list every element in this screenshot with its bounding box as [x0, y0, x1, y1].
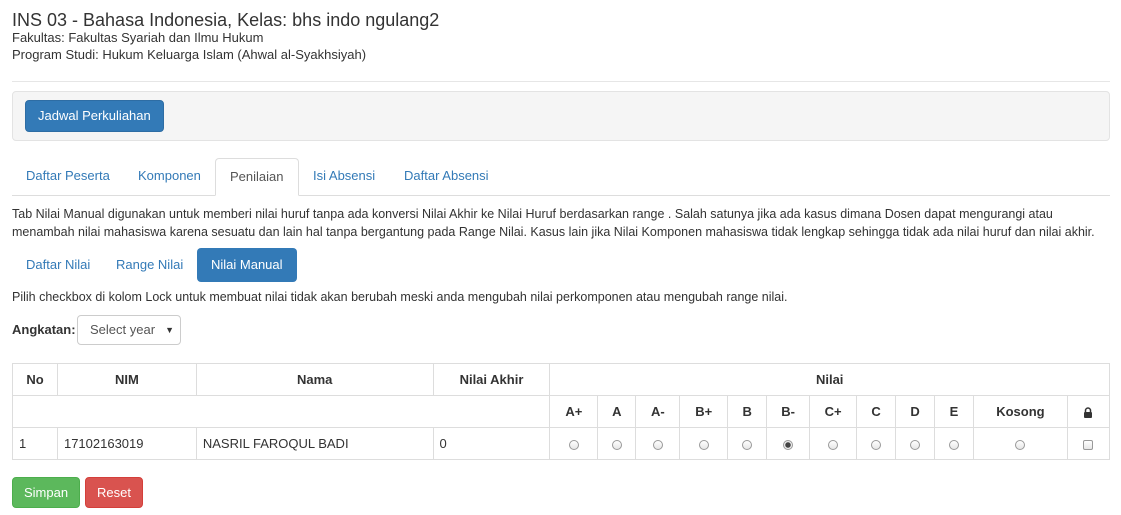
grade-radio-e[interactable] [948, 439, 959, 450]
grade-header: A [597, 395, 637, 428]
header-spacer [11, 395, 551, 428]
tab-daftar-peserta[interactable]: Daftar Peserta [12, 158, 124, 196]
tab-komponen[interactable]: Komponen [124, 158, 215, 196]
tab-isi-absensi[interactable]: Isi Absensi [299, 158, 389, 196]
cell-nama: NASRIL FAROQUL BADI [195, 427, 434, 460]
cell-nim: 17102163019 [56, 427, 197, 460]
tab-daftar-absensi[interactable]: Daftar Absensi [390, 158, 503, 196]
grade-header: C [856, 395, 897, 428]
header-nama: Nama [195, 363, 434, 396]
main-tabs: Daftar Peserta Komponen Penilaian Isi Ab… [12, 158, 1110, 196]
grade-radio-b[interactable] [742, 439, 753, 450]
grade-radio-a-plus[interactable] [568, 439, 579, 450]
grade-radio-b-minus[interactable] [783, 439, 794, 450]
grade-header: A- [635, 395, 681, 428]
grade-header: E [934, 395, 974, 428]
header-no: No [12, 363, 58, 396]
subtab-daftar-nilai[interactable]: Daftar Nilai [12, 248, 104, 282]
divider [12, 81, 1110, 82]
table-row: 1 17102163019 NASRIL FAROQUL BADI 0 [12, 427, 1111, 460]
grade-radio-d[interactable] [910, 439, 921, 450]
grade-header: A+ [549, 395, 599, 428]
chevron-down-icon: ▼ [165, 325, 174, 335]
prodi-text: Program Studi: Hukum Keluarga Islam (Ahw… [12, 47, 367, 62]
description-text: Tab Nilai Manual digunakan untuk memberi… [12, 207, 1095, 239]
lock-checkbox[interactable] [1083, 439, 1094, 450]
grade-header: C+ [809, 395, 858, 428]
lock-note: Pilih checkbox di kolom Lock untuk membu… [12, 290, 788, 304]
grade-radio-c-plus[interactable] [828, 439, 839, 450]
grade-header: D [895, 395, 935, 428]
angkatan-select[interactable]: Select year ▼ [77, 315, 181, 345]
jadwal-perkuliahan-button[interactable]: Jadwal Perkuliahan [25, 100, 164, 132]
header-nilai: Nilai [549, 363, 1110, 396]
grade-header: B [727, 395, 768, 428]
grade-radio-b-plus[interactable] [698, 439, 709, 450]
lock-icon [1084, 407, 1093, 419]
nilai-table: No NIM Nama Nilai Akhir Nilai A+ A A- B+… [11, 363, 1111, 460]
grade-radio-a-minus[interactable] [652, 439, 663, 450]
grade-header: Kosong [972, 395, 1068, 428]
angkatan-selected: Select year [90, 322, 156, 337]
grade-radio-c[interactable] [871, 439, 882, 450]
grade-radio-a[interactable] [611, 439, 622, 450]
header-nilai-akhir: Nilai Akhir [432, 363, 551, 396]
subtab-range-nilai[interactable]: Range Nilai [102, 248, 197, 282]
fakultas-text: Fakultas: Fakultas Syariah dan Ilmu Huku… [12, 30, 264, 45]
grade-header: B+ [679, 395, 729, 428]
tab-penilaian[interactable]: Penilaian [215, 158, 299, 196]
reset-button[interactable]: Reset [85, 477, 143, 508]
subtab-nilai-manual[interactable]: Nilai Manual [197, 248, 297, 282]
page-title: INS 03 - Bahasa Indonesia, Kelas: bhs in… [12, 10, 440, 30]
header-nim: NIM [56, 363, 197, 396]
cell-no: 1 [12, 427, 58, 460]
simpan-button[interactable]: Simpan [12, 477, 81, 508]
lock-header [1066, 395, 1111, 428]
cell-nilai-akhir: 0 [432, 427, 551, 460]
toolbar-well: Jadwal Perkuliahan [12, 91, 1110, 141]
grade-radio-kosong[interactable] [1015, 439, 1026, 450]
grade-header: B- [766, 395, 811, 428]
angkatan-label: Angkatan: [12, 322, 76, 337]
